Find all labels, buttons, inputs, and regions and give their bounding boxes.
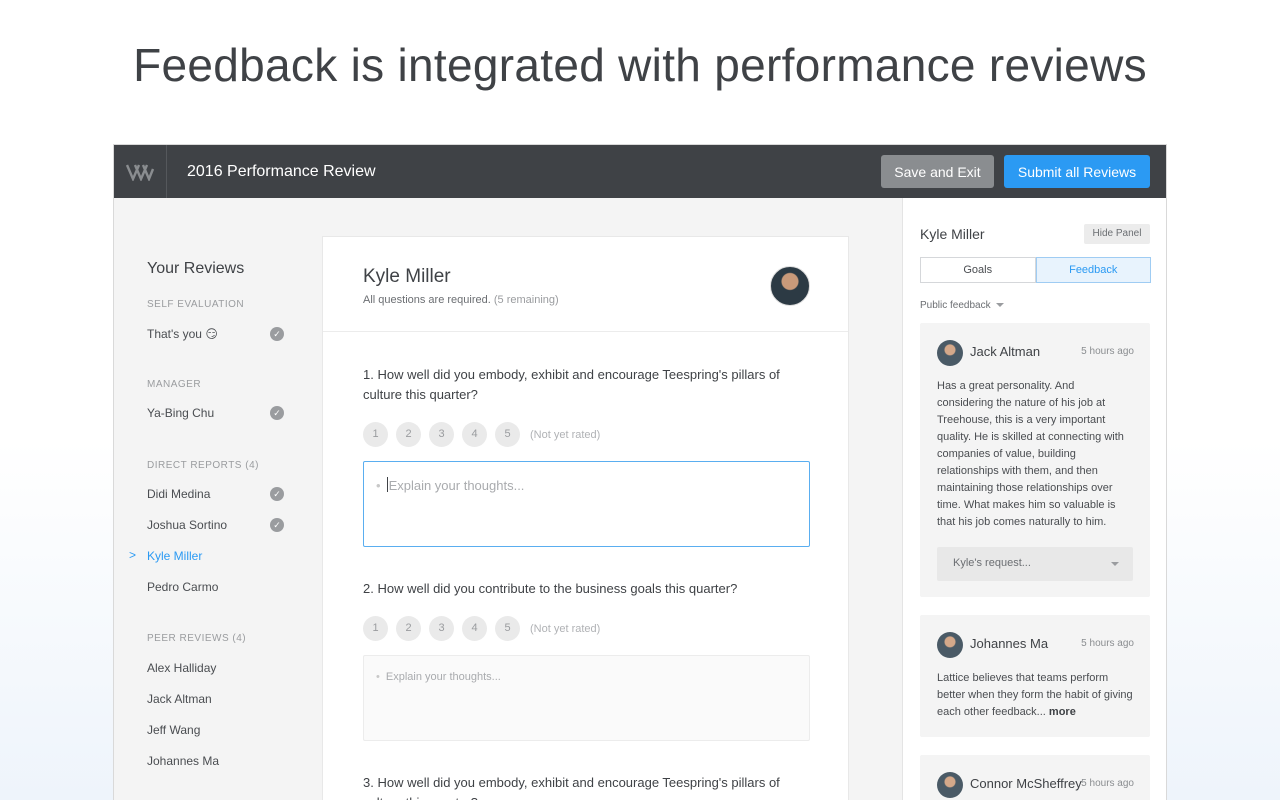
feedback-time: 5 hours ago bbox=[1081, 778, 1134, 789]
rating-status: (Not yet rated) bbox=[530, 428, 601, 441]
review-form-card: Kyle Miller All questions are required. … bbox=[322, 236, 849, 800]
feedback-text: Lattice believes that teams perform bett… bbox=[937, 670, 1133, 721]
rating-option-1[interactable]: 1 bbox=[363, 422, 388, 447]
rating-scale-2: 1 2 3 4 5 (Not yet rated) bbox=[363, 616, 600, 641]
sidebar-item-alex-halliday[interactable]: Alex Halliday bbox=[147, 661, 287, 679]
review-requirement-note: All questions are required. (5 remaining… bbox=[363, 294, 559, 306]
sidebar-item-label: That's you 😏 bbox=[147, 327, 218, 341]
tab-feedback[interactable]: Feedback bbox=[1035, 257, 1151, 283]
section-direct-reports: DIRECT REPORTS (4) bbox=[147, 460, 259, 471]
sidebar-item-didi-medina[interactable]: Didi Medina ✓ bbox=[147, 487, 287, 505]
sidebar-item-label: Joshua Sortino bbox=[147, 518, 228, 532]
rating-option-2[interactable]: 2 bbox=[396, 616, 421, 641]
rating-option-2[interactable]: 2 bbox=[396, 422, 421, 447]
sidebar-title: Your Reviews bbox=[147, 260, 245, 277]
panel-tabs: Goals Feedback bbox=[920, 257, 1151, 283]
caret-down-icon bbox=[1111, 562, 1119, 566]
sidebar-item-jack-altman[interactable]: Jack Altman bbox=[147, 692, 287, 710]
rating-status: (Not yet rated) bbox=[530, 622, 601, 635]
feedback-card: Connor McSheffrey 5 hours ago bbox=[920, 755, 1150, 800]
app-window: 2016 Performance Review Save and Exit Su… bbox=[114, 145, 1166, 800]
tab-goals[interactable]: Goals bbox=[920, 257, 1036, 283]
feedback-body: Lattice believes that teams perform bett… bbox=[937, 672, 1133, 718]
sidebar-item-label: Alex Halliday bbox=[147, 661, 217, 675]
feedback-panel: Kyle Miller Hide Panel Goals Feedback Pu… bbox=[902, 198, 1166, 800]
rating-option-4[interactable]: 4 bbox=[462, 616, 487, 641]
remaining-count: (5 remaining) bbox=[493, 294, 559, 306]
request-select-label: Kyle's request... bbox=[953, 557, 1031, 569]
check-icon: ✓ bbox=[270, 518, 284, 532]
check-icon: ✓ bbox=[270, 406, 284, 420]
save-and-exit-button[interactable]: Save and Exit bbox=[881, 155, 994, 188]
feedback-time: 5 hours ago bbox=[1081, 346, 1134, 357]
top-bar: 2016 Performance Review Save and Exit Su… bbox=[114, 145, 1166, 198]
avatar bbox=[937, 772, 963, 798]
sidebar-item-label: Johannes Ma bbox=[147, 754, 220, 768]
reviewee-name: Kyle Miller bbox=[363, 266, 451, 287]
sidebar-item-kyle-miller[interactable]: > Kyle Miller bbox=[129, 548, 287, 567]
answer-placeholder: Explain your thoughts... bbox=[385, 671, 501, 683]
sidebar-item-label: Pedro Carmo bbox=[147, 580, 219, 594]
reviews-sidebar: Your Reviews SELF EVALUATION That's you … bbox=[114, 198, 322, 800]
answer-placeholder: Explain your thoughts... bbox=[388, 478, 525, 493]
sidebar-item-self[interactable]: That's you 😏 ✓ bbox=[147, 327, 287, 345]
sidebar-item-ya-bing-chu[interactable]: Ya-Bing Chu ✓ bbox=[147, 406, 287, 424]
caret-down-icon bbox=[995, 303, 1004, 307]
lattice-logo-icon bbox=[125, 164, 155, 181]
sidebar-item-joshua-sortino[interactable]: Joshua Sortino ✓ bbox=[147, 518, 287, 536]
sidebar-item-label: Jeff Wang bbox=[147, 723, 201, 737]
avatar bbox=[770, 266, 810, 306]
feedback-text: Has a great personality. And considering… bbox=[937, 380, 1124, 528]
sidebar-item-label: Ya-Bing Chu bbox=[147, 406, 215, 420]
page-headline: Feedback is integrated with performance … bbox=[133, 39, 1147, 91]
avatar bbox=[937, 340, 963, 366]
rating-option-4[interactable]: 4 bbox=[462, 422, 487, 447]
review-cycle-title: 2016 Performance Review bbox=[187, 162, 376, 180]
check-icon: ✓ bbox=[270, 327, 284, 341]
feedback-card: Johannes Ma 5 hours ago Lattice believes… bbox=[920, 615, 1150, 737]
rating-option-5[interactable]: 5 bbox=[495, 422, 520, 447]
more-link[interactable]: more bbox=[1049, 706, 1076, 718]
sidebar-item-pedro-carmo[interactable]: Pedro Carmo bbox=[147, 580, 287, 598]
sidebar-item-johannes-ma[interactable]: Johannes Ma bbox=[147, 754, 287, 772]
rating-option-3[interactable]: 3 bbox=[429, 422, 454, 447]
bullet-icon: • bbox=[376, 671, 380, 683]
required-text: All questions are required. bbox=[363, 294, 491, 306]
section-manager: MANAGER bbox=[147, 379, 202, 390]
logo[interactable] bbox=[114, 145, 167, 198]
sidebar-item-label: Kyle Miller bbox=[147, 549, 203, 563]
filter-label: Public feedback bbox=[920, 300, 991, 311]
rating-option-5[interactable]: 5 bbox=[495, 616, 520, 641]
feedback-author: Connor McSheffrey bbox=[970, 776, 1082, 791]
question-3: 3. How well did you embody, exhibit and … bbox=[363, 775, 780, 800]
submit-all-reviews-button[interactable]: Submit all Reviews bbox=[1004, 155, 1150, 188]
feedback-author: Jack Altman bbox=[970, 344, 1041, 359]
feedback-card: Jack Altman 5 hours ago Has a great pers… bbox=[920, 323, 1150, 597]
sidebar-item-jeff-wang[interactable]: Jeff Wang bbox=[147, 723, 287, 741]
feedback-filter-dropdown[interactable]: Public feedback bbox=[920, 300, 1004, 311]
hide-panel-button[interactable]: Hide Panel bbox=[1084, 224, 1150, 244]
chevron-right-icon: > bbox=[129, 548, 137, 562]
panel-person-name: Kyle Miller bbox=[920, 226, 985, 242]
sidebar-item-label: Didi Medina bbox=[147, 487, 211, 501]
feedback-time: 5 hours ago bbox=[1081, 638, 1134, 649]
check-icon: ✓ bbox=[270, 487, 284, 501]
question-2: 2. How well did you contribute to the bu… bbox=[363, 581, 738, 596]
sidebar-item-label: Jack Altman bbox=[147, 692, 212, 706]
section-peer-reviews: PEER REVIEWS (4) bbox=[147, 633, 247, 644]
request-select[interactable]: Kyle's request... bbox=[937, 547, 1133, 581]
review-header: Kyle Miller All questions are required. … bbox=[323, 237, 848, 332]
rating-option-1[interactable]: 1 bbox=[363, 616, 388, 641]
answer-input-1[interactable]: • Explain your thoughts... bbox=[363, 461, 810, 547]
rating-option-3[interactable]: 3 bbox=[429, 616, 454, 641]
question-1: 1. How well did you embody, exhibit and … bbox=[363, 367, 780, 402]
text-cursor bbox=[386, 477, 388, 492]
avatar bbox=[937, 632, 963, 658]
rating-scale-1: 1 2 3 4 5 (Not yet rated) bbox=[363, 422, 600, 447]
answer-input-2[interactable]: • Explain your thoughts... bbox=[363, 655, 810, 741]
feedback-author: Johannes Ma bbox=[970, 636, 1049, 651]
bullet-icon: • bbox=[376, 478, 381, 493]
section-self-evaluation: SELF EVALUATION bbox=[147, 299, 245, 310]
